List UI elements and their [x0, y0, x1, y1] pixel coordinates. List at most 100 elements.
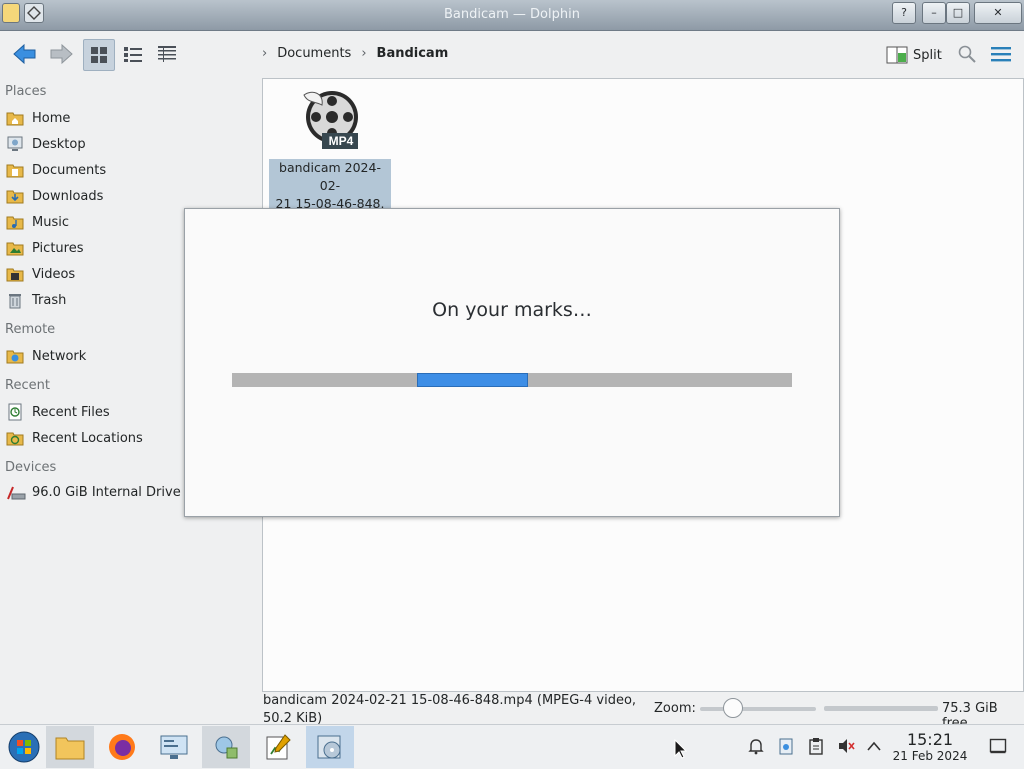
back-arrow-icon [13, 43, 36, 65]
split-view-icon [886, 46, 908, 64]
clipboard-icon [809, 738, 823, 755]
text-editor-icon [266, 734, 291, 760]
file-type-badge: MP4 [328, 134, 354, 148]
busy-progress-indicator [417, 373, 528, 387]
show-desktop-button[interactable] [988, 736, 1008, 756]
recent-header: Recent [5, 378, 50, 393]
sidebar-item-pictures[interactable]: Pictures [6, 237, 83, 259]
minimize-button[interactable]: – [922, 2, 946, 24]
compact-view-icon [124, 47, 142, 62]
sidebar-item-downloads[interactable]: Downloads [6, 185, 103, 207]
clock-time: 15:21 [906, 730, 954, 749]
hard-drive-icon [6, 483, 26, 501]
sidebar-item-internal-drive[interactable]: 96.0 GiB Internal Drive (s [6, 481, 197, 503]
show-desktop-icon [989, 738, 1007, 754]
maximize-button[interactable]: □ [946, 2, 970, 24]
tray-expander[interactable] [864, 736, 884, 756]
trash-icon [6, 291, 24, 309]
sidebar-item-documents[interactable]: Documents [6, 159, 106, 181]
breadcrumb: › Documents › Bandicam [262, 46, 448, 61]
sidebar-item-videos[interactable]: Videos [6, 263, 75, 285]
pictures-folder-icon [6, 239, 24, 257]
icons-view-icon [91, 47, 107, 63]
search-icon [958, 45, 976, 63]
hamburger-menu-button[interactable] [988, 39, 1014, 69]
selection-info: bandicam 2024-02-21 15-08-46-848.mp4 (MP… [263, 693, 637, 726]
start-menu-button[interactable] [0, 726, 48, 768]
breadcrumb-bandicam[interactable]: Bandicam [377, 46, 449, 61]
clipboard-tray[interactable] [806, 736, 826, 756]
search-button[interactable] [954, 39, 980, 69]
documents-folder-icon [6, 161, 24, 179]
loading-dialog: On your marks… [184, 208, 840, 517]
sidebar-item-recent-locations[interactable]: Recent Locations [6, 427, 143, 449]
sidebar-item-music[interactable]: Music [6, 211, 69, 233]
file-manager-icon [55, 737, 85, 760]
window-titlebar[interactable]: Bandicam — Dolphin ? – □ ✕ [0, 0, 1024, 31]
chevron-up-icon [867, 741, 881, 751]
clock-date: 21 Feb 2024 [892, 749, 968, 763]
recent-files-icon [6, 403, 24, 421]
chevron-right-icon: › [361, 46, 367, 61]
recent-locations-icon [6, 429, 24, 447]
main-toolbar: › Documents › Bandicam Split [0, 31, 1024, 77]
music-folder-icon [6, 213, 24, 231]
notifications-tray[interactable] [746, 736, 766, 756]
volume-muted-icon [839, 739, 855, 753]
disc-burner-icon [317, 735, 341, 759]
loading-message: On your marks… [432, 299, 592, 321]
file-name: bandicam 2024-02- 21 15-08-46-848. mp4 [269, 159, 391, 229]
details-view-button[interactable] [152, 39, 182, 69]
taskbar-dolphin[interactable] [46, 726, 94, 768]
sidebar-item-home[interactable]: Home [6, 107, 70, 129]
network-folder-icon [6, 347, 24, 365]
split-button[interactable]: Split [886, 43, 942, 67]
taskbar-system-settings[interactable] [150, 726, 198, 768]
back-button[interactable] [8, 39, 42, 69]
volume-tray[interactable] [836, 736, 856, 756]
status-bar: bandicam 2024-02-21 15-08-46-848.mp4 (MP… [262, 690, 1024, 731]
help-button[interactable]: ? [892, 2, 916, 24]
mouse-cursor-icon [674, 738, 688, 763]
window-title: Bandicam — Dolphin [444, 7, 580, 22]
zoom-label: Zoom: [654, 701, 696, 716]
taskbar-discover[interactable] [202, 726, 250, 768]
compact-view-button[interactable] [118, 39, 148, 69]
desktop-icon [6, 135, 24, 153]
details-view-icon [158, 46, 176, 62]
update-icon [779, 738, 793, 755]
videos-folder-icon [6, 265, 24, 283]
forward-button[interactable] [44, 39, 78, 69]
close-button[interactable]: ✕ [974, 2, 1022, 24]
icons-view-button[interactable] [83, 39, 115, 71]
digital-clock[interactable]: 15:21 21 Feb 2024 [888, 731, 972, 764]
taskbar-firefox[interactable] [98, 726, 146, 768]
system-settings-icon [160, 735, 188, 759]
devices-header: Devices [5, 460, 57, 475]
mp4-video-file-icon [303, 91, 358, 149]
sidebar-item-desktop[interactable]: Desktop [6, 133, 86, 155]
chevron-right-icon: › [262, 46, 268, 61]
hamburger-menu-icon [991, 47, 1011, 62]
home-folder-icon [6, 109, 24, 127]
busy-progress-bar [232, 373, 792, 387]
free-space-bar [824, 706, 938, 711]
taskbar-text-editor[interactable] [254, 726, 302, 768]
bell-icon [748, 739, 764, 755]
remote-header: Remote [5, 322, 56, 337]
forward-arrow-icon [50, 43, 73, 65]
start-orb-icon [8, 731, 40, 763]
places-header: Places [5, 84, 47, 99]
taskbar-disc-burner[interactable] [306, 726, 354, 768]
zoom-slider-track[interactable] [700, 707, 816, 711]
downloads-folder-icon [6, 187, 24, 205]
firefox-icon [109, 734, 135, 760]
package-manager-icon [215, 736, 238, 759]
zoom-slider-handle[interactable] [723, 698, 743, 718]
split-label: Split [913, 47, 942, 63]
sidebar-item-recent-files[interactable]: Recent Files [6, 401, 110, 423]
sidebar-item-trash[interactable]: Trash [6, 289, 66, 311]
sidebar-item-network[interactable]: Network [6, 345, 86, 367]
updates-tray[interactable] [776, 736, 796, 756]
breadcrumb-documents[interactable]: Documents [277, 46, 351, 61]
